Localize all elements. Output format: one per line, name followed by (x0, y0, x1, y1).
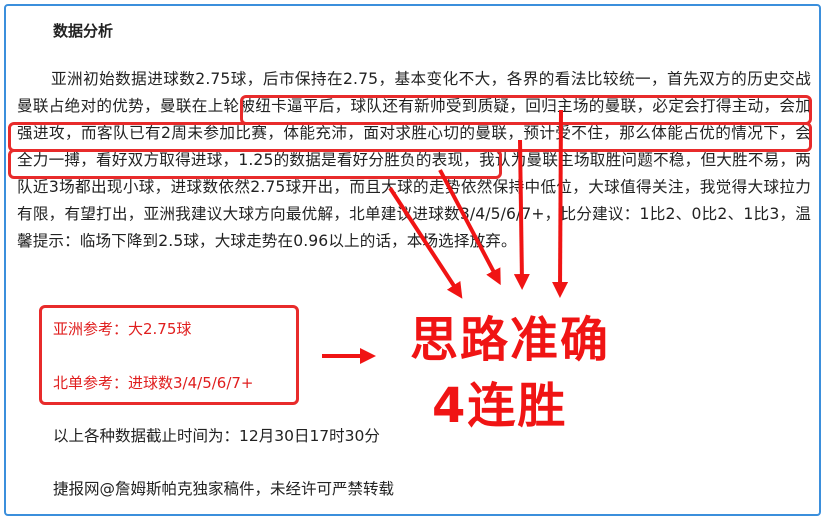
arrow-pointer-3 (513, 139, 530, 290)
copyright-note: 捷报网@詹姆斯帕克独家稿件，未经许可严禁转载 (53, 480, 395, 498)
overlay-headline: 思路准确 (410, 312, 611, 368)
arrow-pointer-1 (388, 186, 463, 299)
overlay-streak: 4连胜 (432, 378, 568, 434)
data-deadline: 以上各种数据截止时间为：12月30日17时30分 (53, 427, 380, 445)
arrow-pointer-2 (438, 169, 501, 286)
arrow-pointer-4 (552, 109, 569, 298)
